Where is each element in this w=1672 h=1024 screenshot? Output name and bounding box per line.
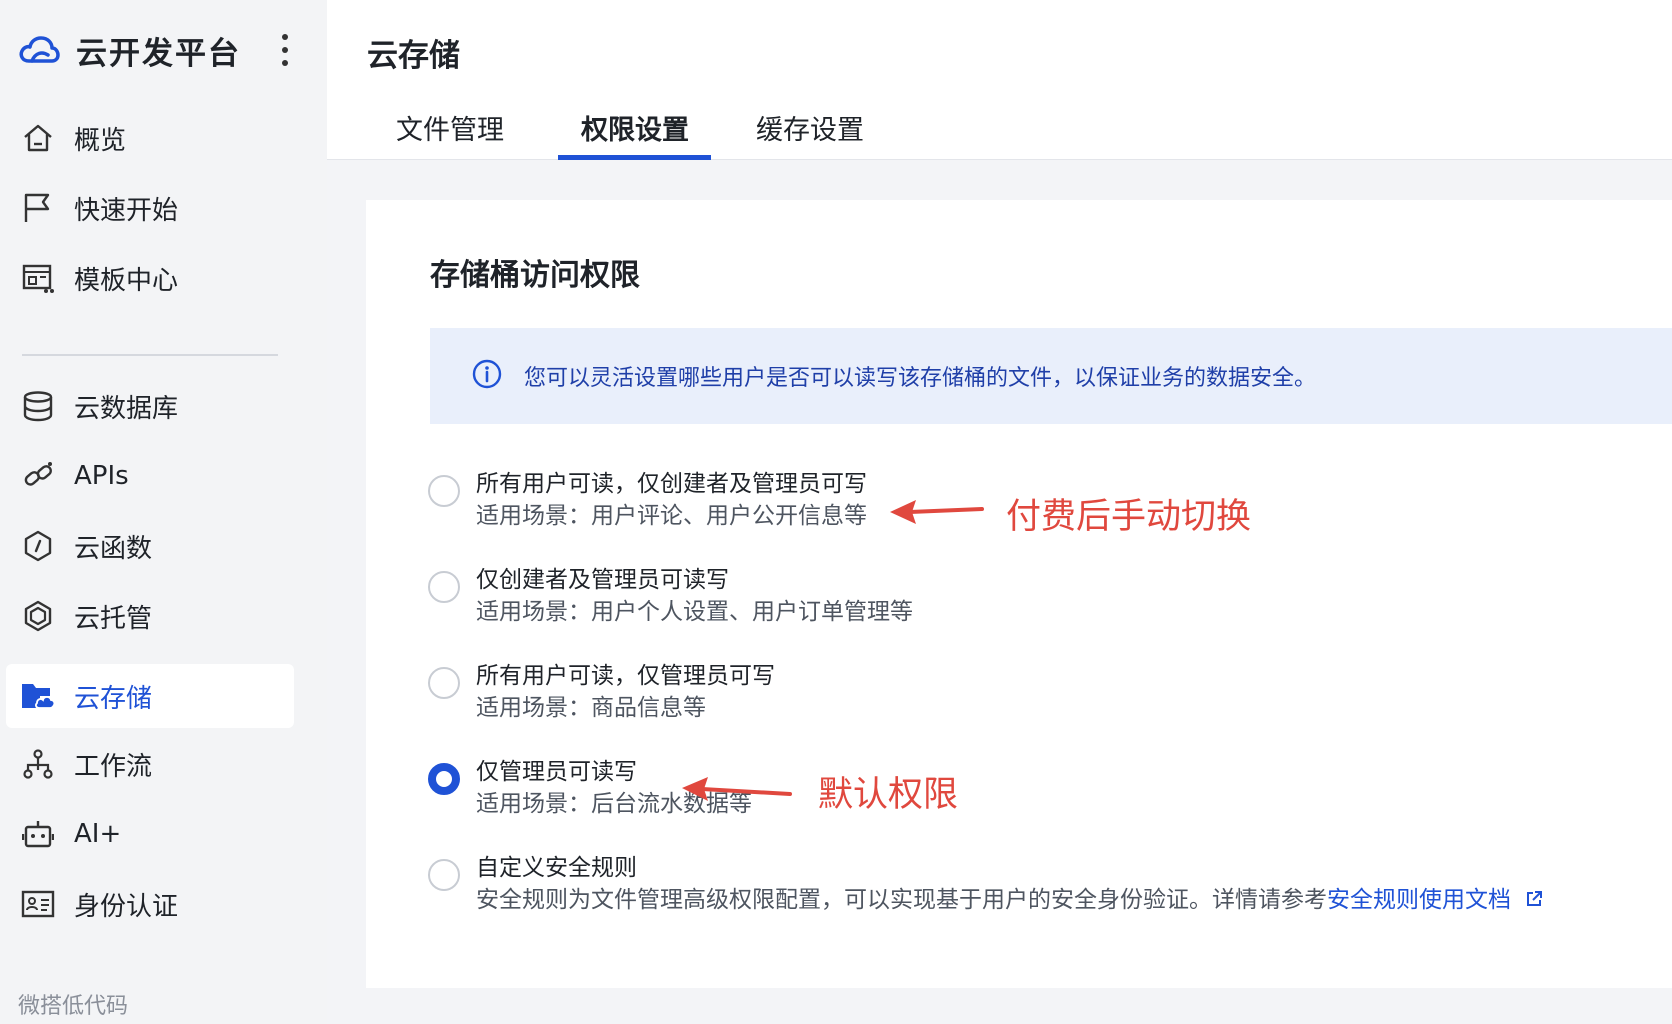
- id-card-icon: [20, 886, 56, 922]
- permission-radio[interactable]: [428, 475, 460, 507]
- sidebar-item-overview[interactable]: 概览: [6, 106, 294, 170]
- option-desc: 适用场景：商品信息等: [476, 695, 706, 721]
- permission-radio-checked[interactable]: [428, 763, 460, 795]
- sidebar-item-database[interactable]: 云数据库: [6, 374, 294, 438]
- option-title[interactable]: 仅创建者及管理员可读写: [476, 560, 729, 594]
- template-icon: [20, 260, 56, 296]
- option-title[interactable]: 所有用户可读，仅创建者及管理员可写: [476, 464, 867, 498]
- sidebar-item-label: 身份认证: [74, 891, 179, 922]
- option-desc-text: 安全规则为文件管理高级权限配置，可以实现基于用户的安全身份验证。详情请参考: [476, 887, 1327, 913]
- sidebar-item-quickstart[interactable]: 快速开始: [6, 176, 294, 240]
- sidebar-item-label: 云托管: [74, 603, 153, 634]
- annotation-second: 默认权限: [818, 775, 959, 815]
- permission-option: 自定义安全规则 安全规则为文件管理高级权限配置，可以实现基于用户的安全身份验证。…: [428, 848, 1628, 918]
- permission-option: 仅创建者及管理员可读写 适用场景：用户个人设置、用户订单管理等: [428, 560, 1628, 630]
- annotation-arrow-icon: [890, 500, 984, 524]
- sidebar-item-functions[interactable]: 云函数: [6, 514, 294, 578]
- sidebar-section-label: 微搭低代码: [18, 994, 129, 1019]
- info-text: 您可以灵活设置哪些用户是否可以读写该存储桶的文件，以保证业务的数据安全。: [524, 366, 1317, 391]
- permission-radio[interactable]: [428, 859, 460, 891]
- hexagon-icon: [20, 598, 56, 634]
- card-title: 存储桶访问权限: [430, 258, 640, 293]
- sidebar-item-label: 概览: [74, 125, 127, 156]
- annotation-arrow-icon: [682, 777, 792, 801]
- sidebar-item-label: 模板中心: [74, 265, 179, 296]
- info-icon: [472, 359, 502, 393]
- nav-divider: [22, 354, 278, 356]
- sidebar-item-label: AI+: [74, 819, 122, 849]
- permission-card: 存储桶访问权限 您可以灵活设置哪些用户是否可以读写该存储桶的文件，以保证业务的数…: [366, 200, 1672, 988]
- annotation-first: 付费后手动切换: [1006, 497, 1252, 537]
- permission-radio[interactable]: [428, 571, 460, 603]
- sidebar-item-label: 云存储: [74, 683, 153, 714]
- sidebar-item-label: 云数据库: [74, 393, 179, 424]
- brand-title: 云开发平台: [76, 35, 241, 72]
- cloud-logo-icon: [18, 29, 60, 71]
- home-icon: [20, 120, 56, 156]
- option-title[interactable]: 自定义安全规则: [476, 848, 637, 882]
- folder-cloud-icon: [20, 678, 56, 714]
- database-icon: [20, 388, 56, 424]
- tab-file-management[interactable]: 文件管理: [385, 108, 515, 160]
- tab-permission-settings[interactable]: 权限设置: [565, 108, 705, 160]
- link-icon: [20, 458, 56, 494]
- option-desc: 适用场景：用户个人设置、用户订单管理等: [476, 599, 913, 625]
- function-icon: [20, 528, 56, 564]
- workflow-icon: [20, 746, 56, 782]
- sidebar-item-cloudrun[interactable]: 云托管: [6, 584, 294, 648]
- external-link-icon[interactable]: [1525, 888, 1543, 914]
- permission-option: 所有用户可读，仅管理员可写 适用场景：商品信息等: [428, 656, 1628, 726]
- active-tab-indicator: [558, 155, 711, 160]
- tab-cache-settings[interactable]: 缓存设置: [745, 108, 875, 160]
- sidebar-item-label: 快速开始: [74, 195, 179, 226]
- option-title[interactable]: 所有用户可读，仅管理员可写: [476, 656, 775, 690]
- flag-icon: [20, 190, 56, 226]
- sidebar-item-label: 云函数: [74, 533, 153, 564]
- info-banner: 您可以灵活设置哪些用户是否可以读写该存储桶的文件，以保证业务的数据安全。: [430, 328, 1672, 424]
- permission-radio[interactable]: [428, 667, 460, 699]
- robot-icon: [20, 816, 56, 852]
- sidebar-item-apis[interactable]: APIs: [6, 444, 294, 508]
- option-desc: 安全规则为文件管理高级权限配置，可以实现基于用户的安全身份验证。详情请参考安全规…: [476, 880, 1543, 914]
- sidebar-item-ai[interactable]: AI+: [6, 802, 294, 866]
- page-header: 云存储 文件管理 权限设置 缓存设置: [327, 0, 1672, 160]
- permission-option: 仅管理员可读写 适用场景：后台流水数据等: [428, 752, 1628, 822]
- sidebar: 云开发平台 概览 快速开始 模板中心 云数据库 APIs 云函数 云托管 云存储…: [0, 0, 327, 1024]
- sidebar-item-label: APIs: [74, 461, 129, 491]
- sidebar-item-templates[interactable]: 模板中心: [6, 246, 294, 310]
- option-title[interactable]: 仅管理员可读写: [476, 752, 637, 786]
- sidebar-item-storage[interactable]: 云存储: [6, 664, 294, 728]
- option-desc: 适用场景：用户评论、用户公开信息等: [476, 503, 867, 529]
- page-title: 云存储: [367, 38, 460, 74]
- sidebar-item-workflow[interactable]: 工作流: [6, 732, 294, 796]
- brand[interactable]: 云开发平台: [18, 28, 241, 72]
- more-vertical-icon[interactable]: [275, 30, 295, 70]
- sidebar-item-label: 工作流: [74, 751, 153, 782]
- sidebar-item-auth[interactable]: 身份认证: [6, 872, 294, 936]
- security-rules-doc-link[interactable]: 安全规则使用文档: [1327, 887, 1511, 913]
